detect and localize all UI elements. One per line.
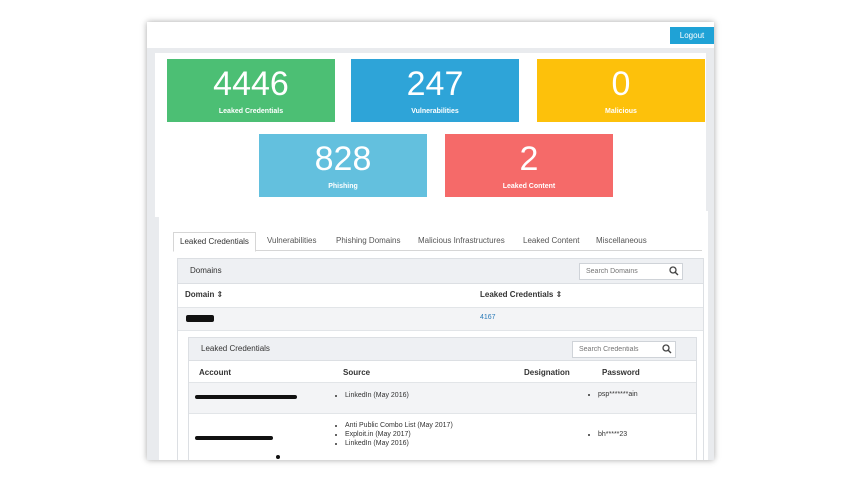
tab-miscellaneous[interactable]: Miscellaneous (596, 232, 647, 250)
source-list: LinkedIn (May 2016) (335, 391, 409, 400)
tile-leaked-credentials[interactable]: 4446 Leaked Credentials (167, 59, 335, 122)
top-bar: Logout (147, 22, 714, 48)
col-password: Password (602, 368, 640, 377)
table-row: Anti Public Combo List (May 2017) Exploi… (189, 414, 696, 460)
source-item: LinkedIn (May 2016) (345, 391, 409, 400)
summary-tiles: 4446 Leaked Credentials 247 Vulnerabilit… (155, 53, 706, 217)
tile-value: 4446 (213, 65, 289, 103)
password-value: psp*******ain (598, 391, 638, 398)
details-panel: Leaked Credentials Vulnerabilities Phish… (159, 211, 708, 460)
credentials-box: Leaked Credentials Account Source Design… (188, 337, 697, 460)
tile-value: 0 (611, 65, 631, 103)
col-leaked-credentials[interactable]: Leaked Credentials ⇕ (480, 290, 562, 299)
col-account: Account (199, 368, 231, 377)
redacted-account (195, 395, 297, 399)
domains-search (579, 263, 683, 280)
credentials-header: Leaked Credentials (189, 338, 696, 361)
domains-box: Domains Domain ⇕ Leaked Credentials ⇕ 41… (177, 258, 704, 460)
tile-label: Vulnerabilities (411, 108, 459, 115)
tile-malicious[interactable]: 0 Malicious (537, 59, 705, 122)
logout-button[interactable]: Logout (670, 27, 714, 44)
table-row[interactable]: 4167 (178, 307, 703, 331)
tab-leaked-credentials[interactable]: Leaked Credentials (173, 232, 256, 252)
tile-label: Phishing (328, 183, 358, 190)
tile-label: Leaked Content (502, 183, 556, 190)
tile-label: Leaked Credentials (218, 108, 284, 115)
tab-vulnerabilities[interactable]: Vulnerabilities (267, 232, 317, 250)
col-designation: Designation (524, 368, 570, 377)
dashboard-window: Logout 4446 Leaked Credentials 247 Vulne… (147, 22, 714, 460)
tile-value: 828 (314, 140, 372, 178)
col-source: Source (343, 368, 371, 377)
credentials-title: Leaked Credentials (201, 344, 270, 353)
source-item: LinkedIn (May 2016) (345, 439, 453, 448)
search-icon[interactable] (662, 344, 672, 354)
credentials-search (572, 341, 676, 358)
tile-vulnerabilities[interactable]: 247 Vulnerabilities (351, 59, 519, 122)
tile-value: 2 (519, 140, 539, 178)
source-list: Anti Public Combo List (May 2017) Exploi… (335, 421, 453, 448)
source-item: Anti Public Combo List (May 2017) (345, 421, 453, 430)
tile-phishing[interactable]: 828 Phishing (259, 134, 427, 197)
col-domain[interactable]: Domain ⇕ (185, 290, 223, 299)
tab-phishing-domains[interactable]: Phishing Domains (336, 232, 400, 250)
password-list: bh*****23 (588, 431, 627, 438)
password-list: psp*******ain (588, 391, 638, 398)
redacted-domain (186, 315, 214, 322)
search-icon[interactable] (669, 266, 679, 276)
tile-value: 247 (406, 65, 464, 103)
tab-malicious-infrastructures[interactable]: Malicious Infrastructures (418, 232, 505, 250)
tab-leaked-content[interactable]: Leaked Content (523, 232, 580, 250)
domains-title: Domains (190, 266, 222, 275)
leaked-count-link[interactable]: 4167 (480, 314, 496, 321)
domains-header: Domains (178, 259, 703, 284)
tile-leaked-content[interactable]: 2 Leaked Content (445, 134, 613, 197)
table-row: LinkedIn (May 2016) psp*******ain (189, 382, 696, 414)
credentials-search-input[interactable] (573, 342, 665, 357)
password-value: bh*****23 (598, 431, 627, 438)
domains-search-input[interactable] (580, 264, 672, 279)
tab-bar: Leaked Credentials Vulnerabilities Phish… (173, 232, 702, 252)
source-item: Exploit.in (May 2017) (345, 430, 453, 439)
tile-label: Malicious (605, 108, 637, 115)
bullet-mark (276, 455, 280, 459)
redacted-account (195, 436, 273, 440)
